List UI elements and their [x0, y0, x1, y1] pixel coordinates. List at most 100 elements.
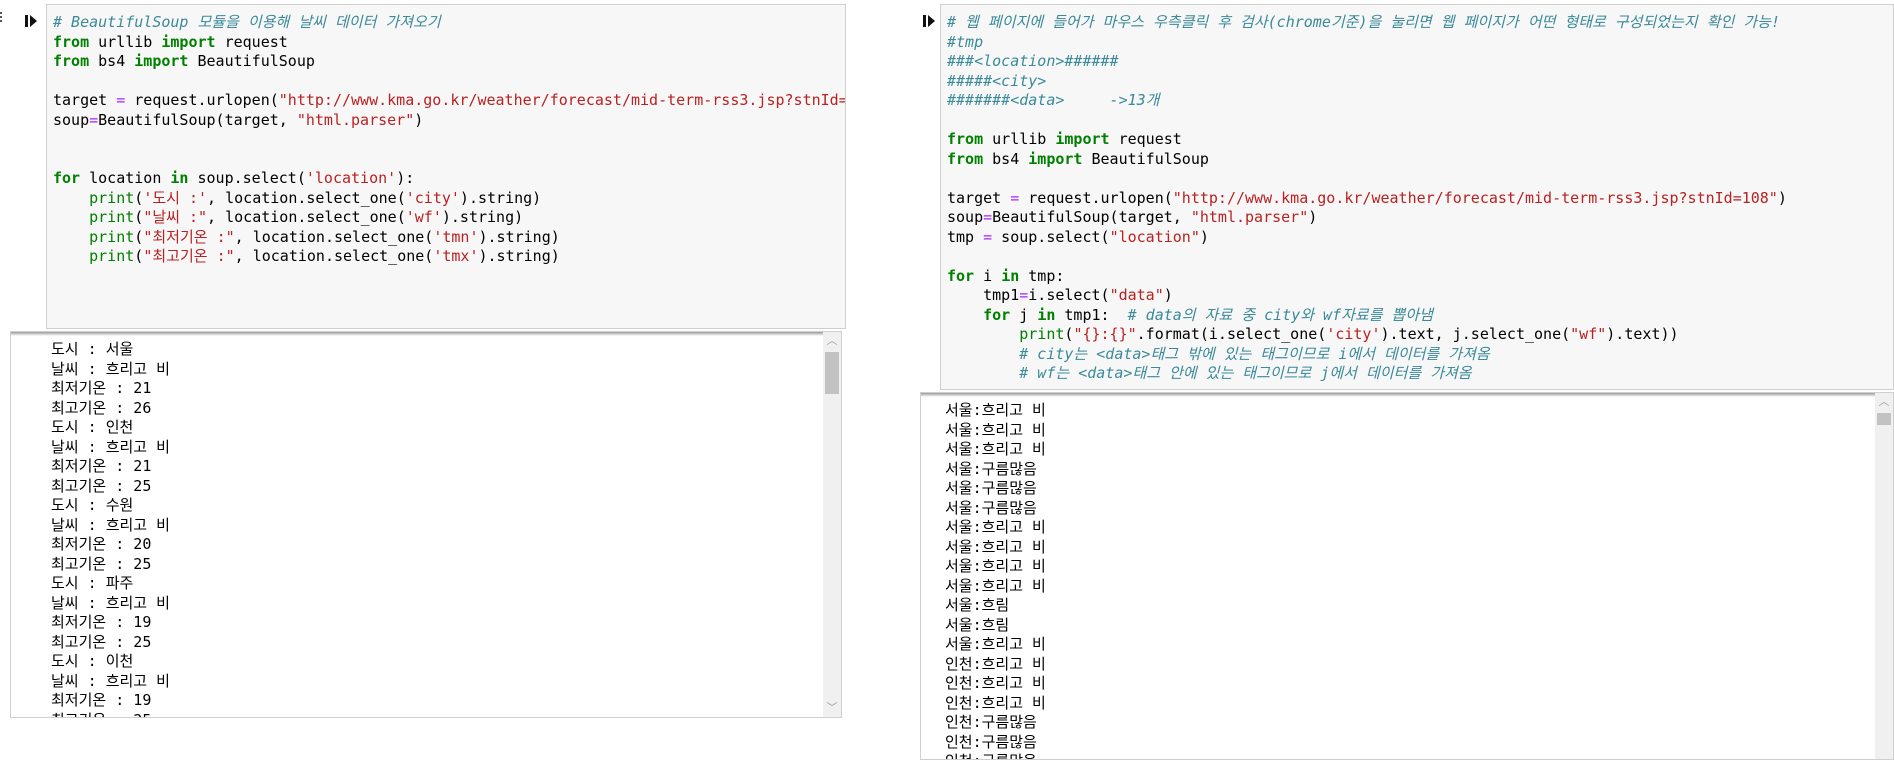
- code-token: =: [89, 110, 99, 129]
- code-token: "{}:{}": [1073, 325, 1137, 343]
- code-token: '도시 :': [143, 188, 208, 207]
- code-token: tmp: [947, 227, 984, 246]
- code-line[interactable]: #####<city>: [947, 72, 1893, 92]
- scroll-up-icon[interactable]: ︿: [1875, 393, 1893, 411]
- code-line[interactable]: # city는 <data>태그 밖에 있는 태그이므로 i에서 데이터를 가져…: [947, 345, 1893, 365]
- code-line[interactable]: [947, 247, 1893, 267]
- code-token: in: [1001, 266, 1020, 285]
- run-cell-icon[interactable]: [24, 14, 38, 28]
- code-token: # city는 <data>태그 밖에 있는 태그이므로 i에서 데이터를 가져…: [1019, 344, 1490, 363]
- code-token: #tmp: [947, 32, 984, 51]
- code-input-area[interactable]: # 웹 페이지에 들어가 마우스 우측클릭 후 검사(chrome기준)을 눌리…: [940, 4, 1894, 390]
- output-line: 인천:구름많음: [945, 752, 1046, 759]
- code-token: , location.select_one(: [207, 208, 406, 226]
- code-token: bs4: [89, 52, 135, 70]
- output-line: 서울:흐리고 비: [945, 557, 1046, 575]
- code-line[interactable]: [53, 150, 845, 170]
- output-line: 도시 : 인천: [51, 418, 134, 436]
- code-token: =: [983, 227, 993, 246]
- left-notebook-cell: # BeautifulSoup 모듈을 이용해 날씨 데이터 가져오기 from …: [0, 0, 850, 760]
- code-line[interactable]: # BeautifulSoup 모듈을 이용해 날씨 데이터 가져오기: [53, 13, 845, 33]
- code-token: (: [134, 208, 144, 226]
- code-line[interactable]: # 웹 페이지에 들어가 마우스 우측클릭 후 검사(chrome기준)을 눌리…: [947, 13, 1893, 33]
- code-token: tmp:: [1019, 266, 1065, 285]
- code-token: tmp1: [947, 286, 1020, 304]
- code-line[interactable]: from urllib import request: [947, 130, 1893, 150]
- scrollbar-thumb[interactable]: [825, 352, 839, 394]
- code-line[interactable]: tmp1=i.select("data"): [947, 286, 1893, 306]
- code-token: (: [134, 247, 144, 265]
- code-line[interactable]: print("날씨 :", location.select_one('wf').…: [53, 208, 845, 228]
- code-token: print: [89, 247, 135, 265]
- code-token: print: [89, 208, 135, 226]
- code-token: =: [983, 208, 993, 226]
- code-line[interactable]: [53, 130, 845, 150]
- code-line[interactable]: from urllib import request: [53, 33, 845, 53]
- code-line[interactable]: [947, 169, 1893, 189]
- code-line[interactable]: print("{}:{}".format(i.select_one('city'…: [947, 325, 1893, 345]
- code-line[interactable]: soup=BeautifulSoup(target, "html.parser"…: [53, 111, 845, 131]
- output-area[interactable]: 서울:흐리고 비 서울:흐리고 비 서울:흐리고 비 서울:구름많음 서울:구름많음 서울…: [920, 392, 1894, 760]
- output-line: 인천:구름많음: [945, 732, 1037, 751]
- code-line[interactable]: #tmp: [947, 33, 1893, 53]
- code-token: 'city': [405, 188, 460, 207]
- code-token: target: [53, 91, 117, 109]
- output-line: 서울:흐림: [945, 615, 1010, 634]
- code-line[interactable]: for location in soup.select('location'):: [53, 169, 845, 189]
- code-token: (: [134, 227, 144, 246]
- code-line[interactable]: print("최고기온 :", location.select_one('tmx…: [53, 247, 845, 267]
- output-scrollbar[interactable]: ︿ ﹀: [823, 332, 841, 717]
- code-line[interactable]: from bs4 import BeautifulSoup: [53, 52, 845, 72]
- code-token: target: [947, 188, 1011, 207]
- code-token: ).string): [478, 247, 560, 265]
- code-token: from: [53, 52, 90, 70]
- code-token: ).string): [441, 208, 524, 226]
- code-token: # 웹 페이지에 들어가 마우스 우측클릭 후 검사(chrome기준)을 눌리…: [947, 13, 1780, 31]
- code-line[interactable]: soup=BeautifulSoup(target, "html.parser"…: [947, 208, 1893, 228]
- code-token: from: [53, 32, 90, 51]
- scrollbar-thumb[interactable]: [1877, 413, 1891, 425]
- code-text[interactable]: # BeautifulSoup 모듈을 이용해 날씨 데이터 가져오기 from …: [47, 5, 845, 267]
- code-text[interactable]: # 웹 페이지에 들어가 마우스 우측클릭 후 검사(chrome기준)을 눌리…: [941, 5, 1893, 384]
- code-line[interactable]: print('도시 :', location.select_one('city'…: [53, 189, 845, 209]
- code-line[interactable]: for j in tmp1: # data의 자료 중 city와 wf자료를 …: [947, 306, 1893, 326]
- scroll-up-icon[interactable]: ︿: [823, 332, 841, 350]
- code-token: 'tmn': [433, 227, 479, 246]
- code-line[interactable]: target = request.urlopen("http://www.kma…: [947, 189, 1893, 209]
- scroll-down-icon[interactable]: ﹀: [823, 699, 841, 717]
- code-line[interactable]: from bs4 import BeautifulSoup: [947, 150, 1893, 170]
- code-token: i: [974, 266, 1002, 285]
- output-area[interactable]: 도시 : 서울 날씨 : 흐리고 비 최저기온 : 21 최고기온 : 26 도시 : …: [10, 331, 842, 718]
- code-token: #####<city>: [947, 71, 1047, 90]
- code-token: ): [1777, 188, 1787, 207]
- code-line[interactable]: #######<data> ->13개: [947, 91, 1893, 111]
- output-lines: 서울:흐리고 비 서울:흐리고 비 서울:흐리고 비 서울:구름많음 서울:구름많음 서울…: [945, 401, 1046, 759]
- code-token: "http://www.kma.go.kr/weather/forecast/m…: [1172, 188, 1778, 207]
- run-cell-icon[interactable]: [922, 14, 936, 28]
- code-token: in: [170, 169, 189, 187]
- output-scrollbar[interactable]: ︿: [1875, 393, 1893, 759]
- code-token: "최저기온 :": [143, 227, 235, 246]
- output-top-shadow: [11, 332, 841, 336]
- code-token: "location": [1109, 227, 1200, 246]
- code-line[interactable]: [947, 111, 1893, 131]
- code-line[interactable]: # wf는 <data>태그 안에 있는 태그이므로 j에서 데이터를 가져옴: [947, 364, 1893, 384]
- code-line[interactable]: tmp = soup.select("location"): [947, 228, 1893, 248]
- code-line[interactable]: ###<location>######: [947, 52, 1893, 72]
- output-line: 서울:흐림: [945, 596, 1010, 614]
- code-input-area[interactable]: # BeautifulSoup 모듈을 이용해 날씨 데이터 가져오기 from …: [46, 4, 846, 329]
- output-line: 서울:흐리고 비: [945, 401, 1046, 419]
- code-line[interactable]: print("최저기온 :", location.select_one('tmn…: [53, 228, 845, 248]
- code-token: (: [134, 188, 144, 207]
- code-line[interactable]: [53, 72, 845, 92]
- output-line: 날씨 : 흐리고 비: [51, 515, 170, 534]
- output-line: 도시 : 파주: [51, 574, 134, 592]
- code-token: "날씨 :": [143, 208, 208, 226]
- code-line[interactable]: for i in tmp:: [947, 267, 1893, 287]
- code-token: "html.parser": [296, 110, 415, 129]
- output-line: 도시 : 서울: [51, 340, 134, 358]
- code-line[interactable]: target = request.urlopen("http://www.kma…: [53, 91, 845, 111]
- code-token: ).string): [459, 188, 542, 207]
